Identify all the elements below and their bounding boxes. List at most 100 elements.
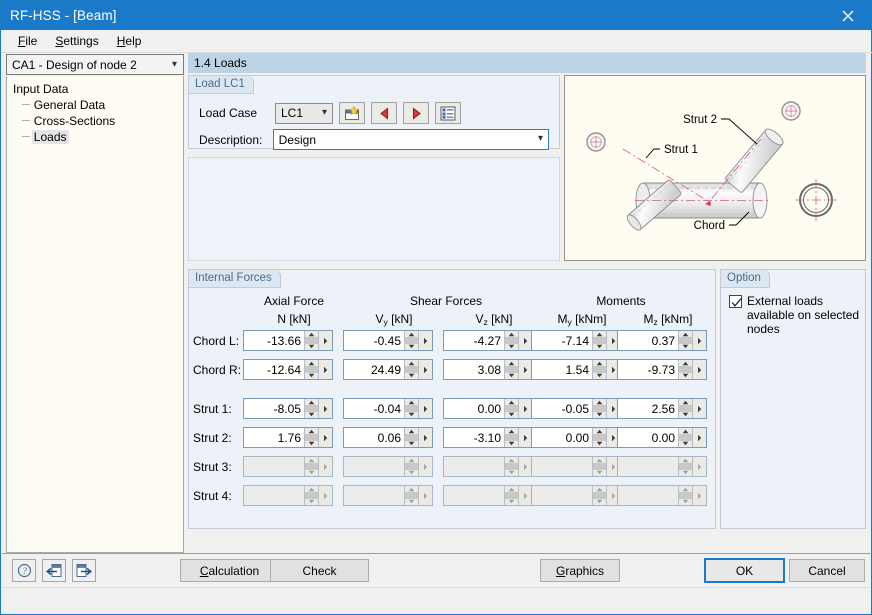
spinner[interactable] — [404, 428, 418, 447]
spinner[interactable] — [404, 331, 418, 350]
check-button[interactable]: Check — [270, 559, 369, 582]
previous-load-case-button[interactable] — [371, 102, 397, 124]
spinner-down-icon[interactable] — [679, 441, 692, 447]
force-input-r2-c2[interactable]: 0.00 — [443, 398, 533, 419]
value-picker-button[interactable] — [318, 399, 332, 418]
force-input-r0-c0[interactable]: -13.66 — [243, 330, 333, 351]
spinner-down-icon[interactable] — [593, 344, 606, 350]
force-input-r2-c3[interactable]: -0.05 — [531, 398, 621, 419]
force-input-r3-c2[interactable]: -3.10 — [443, 427, 533, 448]
spinner[interactable] — [678, 331, 692, 350]
spinner[interactable] — [504, 428, 518, 447]
force-input-r2-c4[interactable]: 2.56 — [617, 398, 707, 419]
force-input-r3-c0[interactable]: 1.76 — [243, 427, 333, 448]
menu-item-help[interactable]: Help — [108, 32, 151, 50]
spinner[interactable] — [304, 360, 318, 379]
external-loads-checkbox-row[interactable]: External loads available on selected nod… — [729, 294, 865, 336]
value-picker-button[interactable] — [518, 331, 532, 350]
force-input-r3-c1[interactable]: 0.06 — [343, 427, 433, 448]
value-picker-button[interactable] — [418, 428, 432, 447]
spinner-down-icon[interactable] — [305, 344, 318, 350]
force-input-r3-c3[interactable]: 0.00 — [531, 427, 621, 448]
spinner-down-icon[interactable] — [505, 441, 518, 447]
force-input-r2-c0[interactable]: -8.05 — [243, 398, 333, 419]
spinner-down-icon[interactable] — [305, 373, 318, 379]
ok-button[interactable]: OK — [704, 558, 785, 583]
calculation-button[interactable]: Calculation — [180, 559, 279, 582]
spinner-down-icon[interactable] — [505, 373, 518, 379]
force-input-r1-c4[interactable]: -9.73 — [617, 359, 707, 380]
value-picker-button[interactable] — [692, 360, 706, 379]
tree-item-general-data[interactable]: ─ General Data — [20, 97, 179, 113]
force-input-r1-c2[interactable]: 3.08 — [443, 359, 533, 380]
export-button[interactable] — [72, 559, 96, 582]
spinner-down-icon[interactable] — [593, 441, 606, 447]
external-loads-checkbox[interactable] — [729, 295, 742, 308]
value-picker-button[interactable] — [318, 428, 332, 447]
spinner[interactable] — [592, 331, 606, 350]
spinner-down-icon[interactable] — [405, 412, 418, 418]
new-load-case-button[interactable] — [339, 102, 365, 124]
spinner[interactable] — [678, 428, 692, 447]
tree-item-loads[interactable]: ─ Loads — [20, 129, 179, 145]
load-case-list-button[interactable] — [435, 102, 461, 124]
spinner-down-icon[interactable] — [679, 344, 692, 350]
graphics-button[interactable]: Graphics — [540, 559, 620, 582]
tree-item-cross-sections[interactable]: ─ Cross-Sections — [20, 113, 179, 129]
spinner[interactable] — [678, 399, 692, 418]
spinner-down-icon[interactable] — [593, 373, 606, 379]
spinner[interactable] — [504, 399, 518, 418]
help-button[interactable]: ? — [12, 559, 36, 582]
value-picker-button[interactable] — [418, 360, 432, 379]
spinner[interactable] — [592, 360, 606, 379]
spinner[interactable] — [404, 399, 418, 418]
value-picker-button[interactable] — [692, 399, 706, 418]
spinner-down-icon[interactable] — [405, 441, 418, 447]
spinner-down-icon[interactable] — [405, 373, 418, 379]
force-input-r3-c4[interactable]: 0.00 — [617, 427, 707, 448]
force-input-r0-c2[interactable]: -4.27 — [443, 330, 533, 351]
import-button[interactable] — [42, 559, 66, 582]
spinner-down-icon[interactable] — [505, 344, 518, 350]
design-case-combo[interactable]: CA1 - Design of node 2 ▾ — [6, 54, 184, 75]
spinner[interactable] — [404, 360, 418, 379]
spinner[interactable] — [304, 428, 318, 447]
spinner-down-icon[interactable] — [405, 344, 418, 350]
spinner-down-icon[interactable] — [305, 441, 318, 447]
value-picker-button[interactable] — [318, 360, 332, 379]
load-case-combo[interactable]: LC1 ▾ — [275, 102, 333, 124]
spinner-down-icon[interactable] — [305, 412, 318, 418]
value-picker-button[interactable] — [418, 399, 432, 418]
spinner[interactable] — [678, 360, 692, 379]
spinner[interactable] — [592, 428, 606, 447]
close-icon[interactable] — [825, 1, 871, 30]
description-combo[interactable]: Design ▾ — [272, 129, 549, 150]
spinner[interactable] — [504, 360, 518, 379]
spinner-down-icon[interactable] — [505, 412, 518, 418]
value-picker-button[interactable] — [418, 331, 432, 350]
force-input-r1-c3[interactable]: 1.54 — [531, 359, 621, 380]
spinner-down-icon[interactable] — [593, 412, 606, 418]
force-input-r0-c1[interactable]: -0.45 — [343, 330, 433, 351]
force-input-r1-c0[interactable]: -12.64 — [243, 359, 333, 380]
force-input-r1-c1[interactable]: 24.49 — [343, 359, 433, 380]
menu-item-file[interactable]: File — [9, 32, 46, 50]
spinner[interactable] — [304, 331, 318, 350]
menu-item-settings[interactable]: Settings — [46, 32, 107, 50]
navigator-tree[interactable]: Input Data ─ General Data ─ Cross-Sectio… — [6, 76, 184, 553]
value-picker-button[interactable] — [318, 331, 332, 350]
force-input-r2-c1[interactable]: -0.04 — [343, 398, 433, 419]
value-picker-button[interactable] — [518, 428, 532, 447]
tree-item-input-data[interactable]: Input Data — [11, 81, 179, 97]
next-load-case-button[interactable] — [403, 102, 429, 124]
spinner[interactable] — [504, 331, 518, 350]
value-picker-button[interactable] — [692, 428, 706, 447]
node-graphic-panel[interactable]: Strut 2 Strut 1 Chord — [564, 75, 866, 261]
value-picker-button[interactable] — [518, 360, 532, 379]
spinner-down-icon[interactable] — [679, 412, 692, 418]
spinner[interactable] — [592, 399, 606, 418]
force-input-r0-c3[interactable]: -7.14 — [531, 330, 621, 351]
value-picker-button[interactable] — [518, 399, 532, 418]
cancel-button[interactable]: Cancel — [789, 559, 865, 582]
force-input-r0-c4[interactable]: 0.37 — [617, 330, 707, 351]
